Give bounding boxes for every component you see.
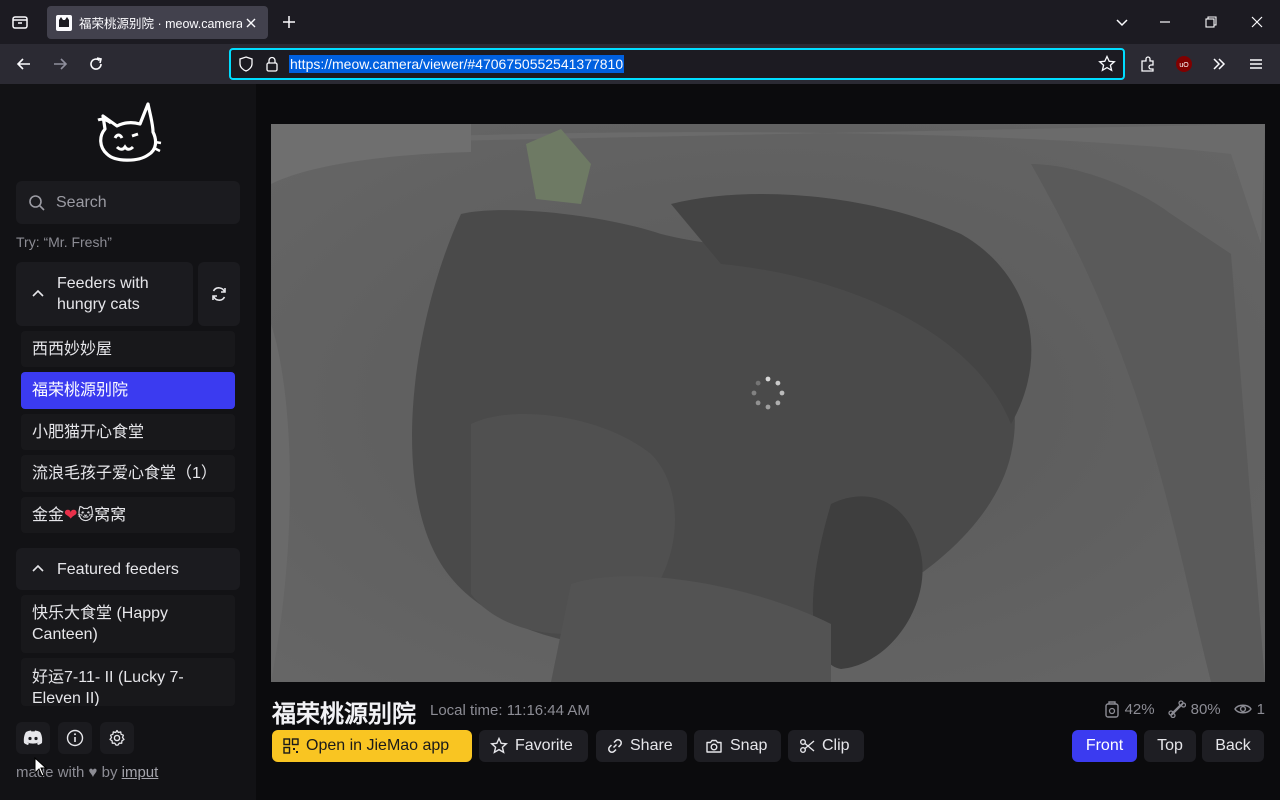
cat-favicon-icon bbox=[55, 14, 73, 32]
tab-title: 福荣桃源别院 · meow.camera bbox=[79, 17, 242, 31]
camera-icon bbox=[706, 739, 722, 753]
feeder-item[interactable]: 流浪毛孩子爱心食堂（1） bbox=[21, 455, 235, 492]
lock-icon[interactable] bbox=[261, 53, 283, 75]
star-icon bbox=[490, 737, 508, 754]
feeder-item[interactable]: 西西妙妙屋 bbox=[21, 331, 235, 367]
chevron-up-icon bbox=[28, 284, 48, 304]
feeder-item[interactable]: 小肥猫开心食堂 bbox=[21, 414, 235, 450]
bone-icon bbox=[1167, 700, 1186, 718]
feeder-name: 西西妙妙屋 bbox=[32, 340, 113, 358]
overflow-icon[interactable] bbox=[1207, 52, 1231, 76]
feeder-name: 好运7-11- II (Lucky 7- Eleven II) bbox=[32, 669, 184, 706]
page: Try: “Mr. Fresh” Feeders with hungry cat… bbox=[0, 84, 1280, 800]
author-link[interactable]: imput bbox=[122, 764, 159, 781]
svg-text:uO: uO bbox=[1179, 62, 1189, 69]
feeder-item[interactable]: 金金❤🐱窝窝 bbox=[21, 497, 235, 533]
section-label: Featured feeders bbox=[57, 560, 179, 578]
search-box[interactable] bbox=[16, 181, 240, 224]
button-label: Favorite bbox=[515, 737, 573, 754]
search-hint: Try: “Mr. Fresh” bbox=[16, 234, 112, 250]
window-close-icon[interactable] bbox=[1245, 10, 1269, 34]
discord-icon bbox=[23, 730, 43, 745]
chevron-up-icon bbox=[28, 559, 48, 579]
food-bowl-icon bbox=[1104, 701, 1119, 718]
top-camera-button[interactable]: Top bbox=[1144, 730, 1196, 762]
shield-icon[interactable] bbox=[235, 53, 257, 75]
feeder-item-active[interactable]: 福荣桃源别院 bbox=[21, 372, 235, 409]
section-label: Feeders with hungry cats bbox=[57, 275, 149, 313]
feeder-item[interactable]: 好运7-11- II (Lucky 7- Eleven II) bbox=[21, 658, 235, 706]
button-label: Back bbox=[1215, 737, 1251, 754]
viewers-stat: 1 bbox=[1233, 701, 1265, 718]
button-label: Open in JieMao app bbox=[306, 737, 450, 754]
url-text[interactable]: https://meow.camera/viewer/#470675055254… bbox=[289, 55, 625, 73]
open-in-app-button[interactable]: Open in JieMao app bbox=[272, 730, 472, 762]
search-icon bbox=[29, 194, 45, 211]
restore-icon[interactable] bbox=[1199, 10, 1223, 34]
settings-button[interactable] bbox=[100, 722, 134, 754]
refresh-button[interactable] bbox=[198, 262, 240, 326]
feeder-name: 流浪毛孩子爱心食堂（1） bbox=[32, 465, 217, 482]
info-icon bbox=[66, 729, 84, 747]
snap-button[interactable]: Snap bbox=[694, 730, 781, 762]
camera-video-feed[interactable] bbox=[271, 124, 1265, 682]
close-icon[interactable] bbox=[242, 14, 260, 32]
hungry-cats-section-toggle[interactable]: Feeders with hungry cats bbox=[16, 262, 193, 326]
chevron-down-icon[interactable] bbox=[1110, 10, 1134, 34]
ublock-icon[interactable]: uO bbox=[1172, 52, 1196, 76]
camera-info-bar: 福荣桃源别院 Local time: 11:16:44 AM 42% 80% 1 bbox=[271, 692, 1265, 728]
loading-spinner-icon bbox=[751, 376, 785, 410]
plus-icon[interactable] bbox=[278, 11, 300, 33]
browser-tab-bar: 福荣桃源别院 · meow.camera bbox=[0, 0, 1280, 44]
sidebar: Try: “Mr. Fresh” Feeders with hungry cat… bbox=[0, 84, 256, 800]
featured-feeders-section-toggle[interactable]: Featured feeders bbox=[16, 548, 240, 590]
tab-list-icon[interactable] bbox=[8, 10, 32, 34]
browser-nav-bar: https://meow.camera/viewer/#470675055254… bbox=[0, 44, 1280, 84]
feeder-name: 福荣桃源别院 bbox=[32, 382, 129, 399]
browser-tab[interactable]: 福荣桃源别院 · meow.camera bbox=[47, 6, 268, 39]
reload-icon[interactable] bbox=[84, 52, 108, 76]
forward-icon[interactable] bbox=[48, 52, 72, 76]
discord-button[interactable] bbox=[16, 722, 50, 754]
heart-icon: ❤ bbox=[64, 506, 78, 524]
local-time: Local time: 11:16:44 AM bbox=[430, 702, 590, 719]
feeder-name: 小肥猫开心食堂 bbox=[32, 423, 145, 441]
favorite-button[interactable]: Favorite bbox=[479, 730, 588, 762]
battery-level-stat: 80% bbox=[1167, 700, 1221, 718]
mouse-cursor-icon bbox=[34, 757, 48, 777]
heart-icon: ♥ bbox=[88, 764, 98, 781]
share-button[interactable]: Share bbox=[596, 730, 687, 762]
minimize-icon[interactable] bbox=[1153, 10, 1177, 34]
cat-face-icon: 🐱 bbox=[77, 506, 95, 524]
feeder-name: 快乐大食堂 (Happy Canteen) bbox=[32, 605, 169, 643]
scissors-icon bbox=[800, 739, 815, 753]
camera-title: 福荣桃源别院 bbox=[272, 701, 416, 728]
address-bar[interactable]: https://meow.camera/viewer/#470675055254… bbox=[229, 48, 1125, 80]
front-camera-button[interactable]: Front bbox=[1072, 730, 1137, 762]
search-input[interactable] bbox=[56, 193, 226, 212]
back-icon[interactable] bbox=[12, 52, 36, 76]
food-level-stat: 42% bbox=[1104, 700, 1155, 718]
button-label: Snap bbox=[730, 737, 768, 754]
clip-button[interactable]: Clip bbox=[788, 730, 864, 762]
about-button[interactable] bbox=[58, 722, 92, 754]
feeder-item[interactable]: 快乐大食堂 (Happy Canteen) bbox=[21, 595, 235, 653]
back-camera-button[interactable]: Back bbox=[1202, 730, 1264, 762]
qr-code-icon bbox=[283, 738, 299, 754]
button-label: Share bbox=[630, 737, 673, 754]
link-icon bbox=[608, 739, 622, 753]
refresh-icon bbox=[212, 287, 226, 301]
button-label: Top bbox=[1157, 737, 1183, 754]
button-label: Front bbox=[1085, 737, 1124, 754]
extensions-icon[interactable] bbox=[1136, 52, 1160, 76]
meow-camera-logo[interactable] bbox=[93, 102, 163, 164]
feeder-name: 金金❤🐱窝窝 bbox=[32, 506, 127, 524]
star-icon[interactable] bbox=[1097, 54, 1117, 74]
camera-stats: 42% 80% 1 bbox=[1096, 700, 1265, 718]
gear-icon bbox=[109, 729, 125, 746]
eye-icon bbox=[1233, 704, 1252, 714]
button-label: Clip bbox=[822, 737, 850, 754]
menu-icon[interactable] bbox=[1244, 52, 1268, 76]
